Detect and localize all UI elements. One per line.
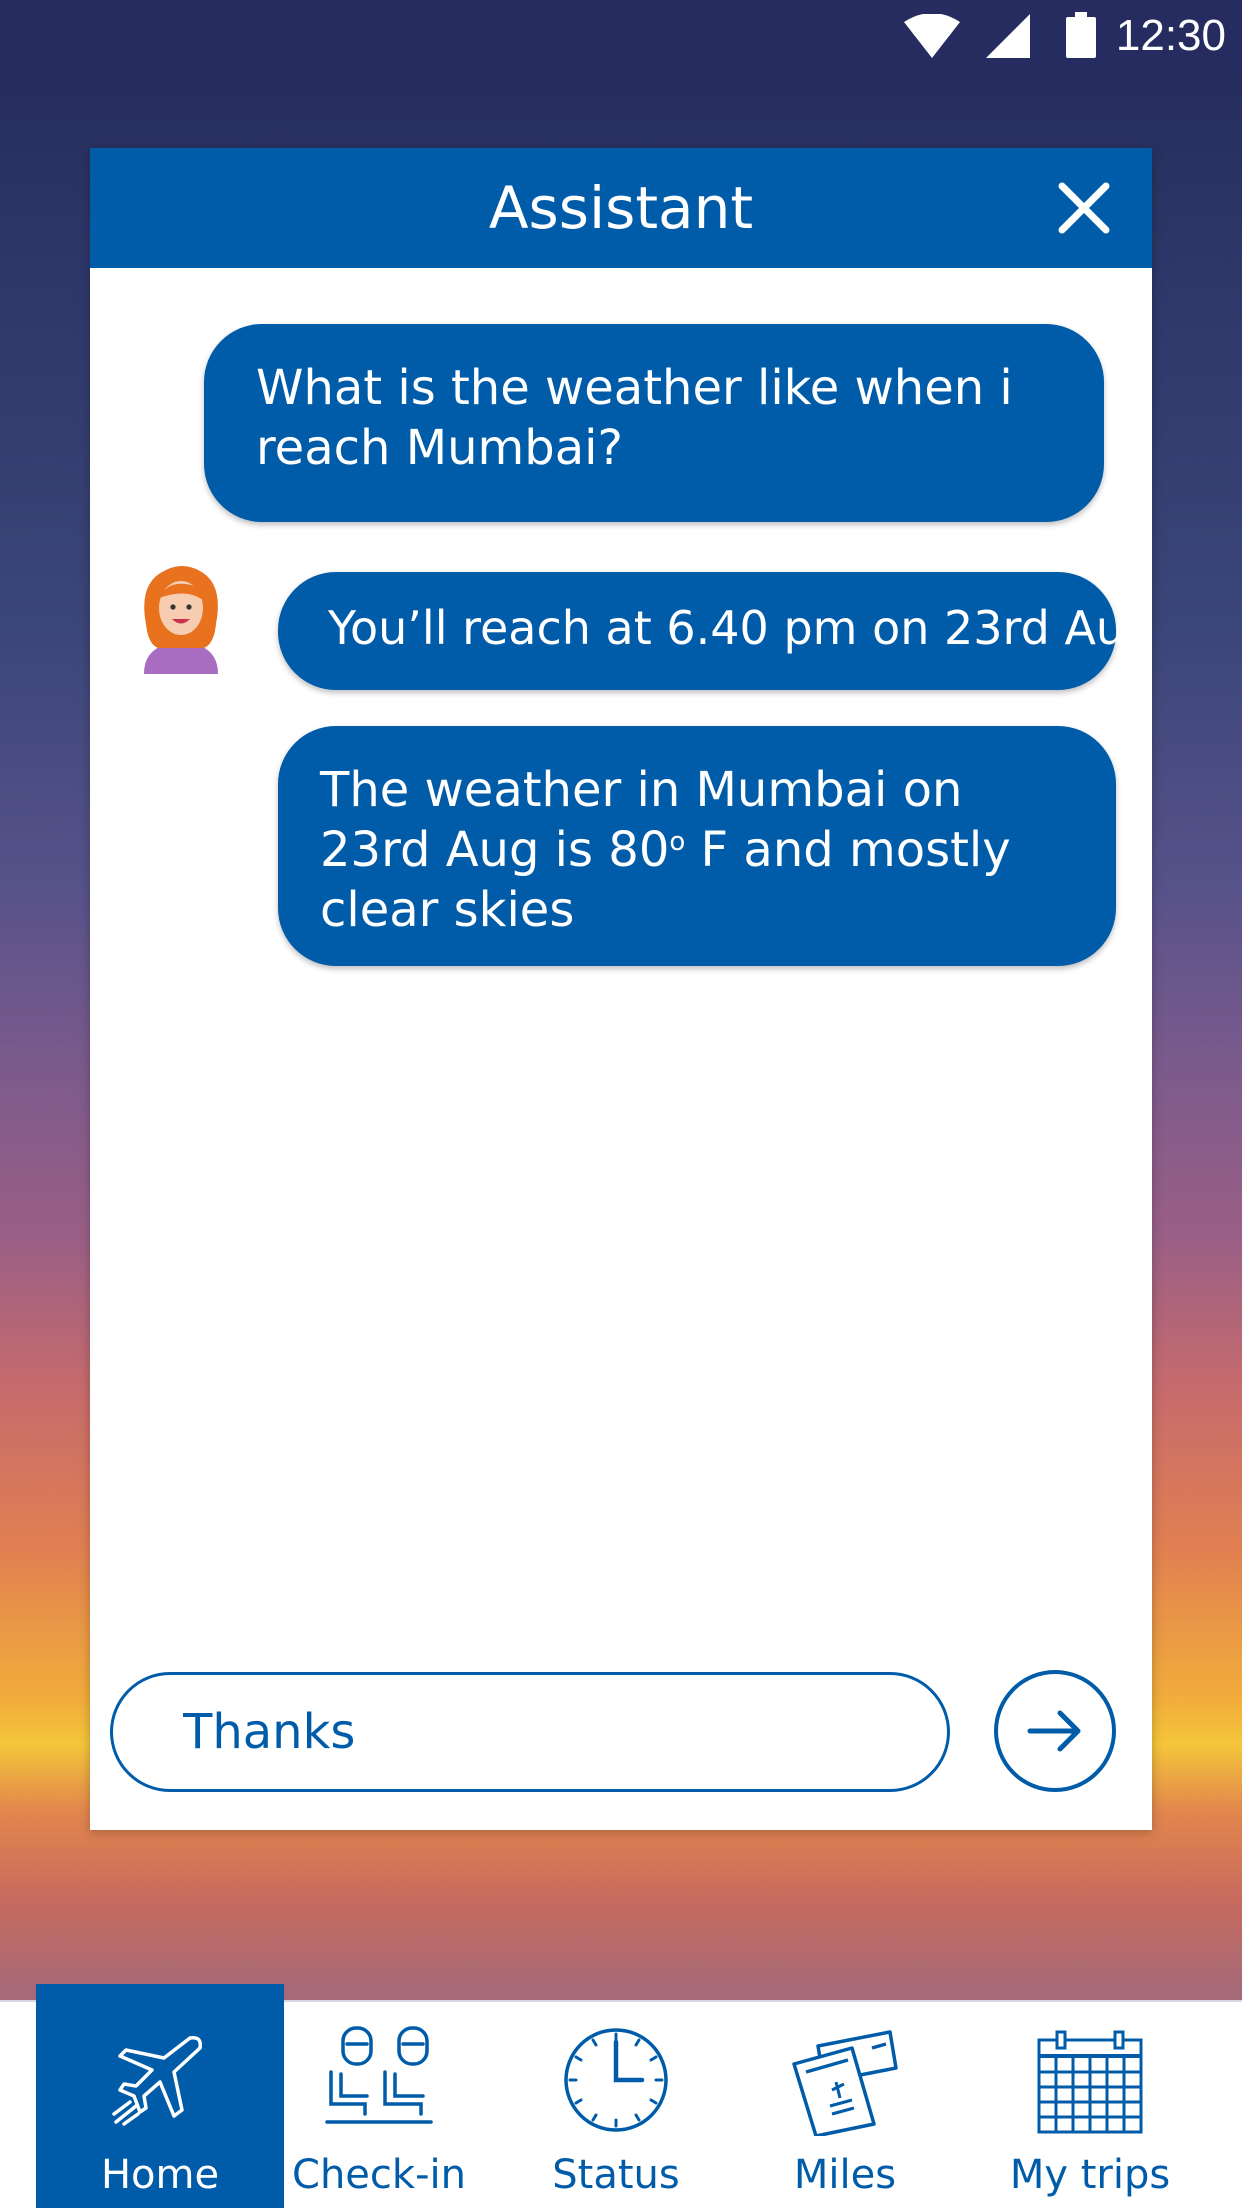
seats-icon bbox=[325, 2026, 433, 2124]
status-bar: 12:30 bbox=[0, 0, 1242, 72]
nav-label: My trips bbox=[1009, 2152, 1171, 2198]
battery-icon bbox=[1066, 12, 1096, 58]
nav-label: Check-in bbox=[292, 2152, 466, 2198]
message-input[interactable] bbox=[110, 1672, 950, 1792]
assistant-dialog: Assistant What is the weather like when … bbox=[90, 148, 1154, 1830]
status-time: 12:30 bbox=[1115, 11, 1226, 60]
message-text: What is the weather like when i reach Mu… bbox=[256, 360, 1013, 476]
calendar-icon bbox=[1037, 2030, 1143, 2134]
tickets-icon bbox=[792, 2030, 898, 2136]
assistant-message-bubble: The weather in Mumbai on 23rd Aug is 80o… bbox=[278, 726, 1116, 966]
nav-label: Home bbox=[100, 2152, 220, 2198]
send-button[interactable] bbox=[994, 1670, 1116, 1792]
degree-symbol: o bbox=[669, 827, 686, 857]
dialog-title: Assistant bbox=[488, 174, 754, 242]
airplane-icon bbox=[112, 2035, 203, 2126]
nav-item-my-trips[interactable]: My trips bbox=[1000, 2002, 1180, 2208]
arrow-right-icon bbox=[1027, 1710, 1081, 1752]
nav-item-miles[interactable]: Miles bbox=[760, 2002, 930, 2208]
signal-icon bbox=[986, 14, 1030, 58]
bottom-nav: Home Check-in Status Miles My trips bbox=[0, 1984, 1242, 2208]
nav-label: Miles bbox=[793, 2152, 897, 2198]
close-icon bbox=[1058, 182, 1110, 234]
clock-icon bbox=[564, 2028, 668, 2132]
message-text: You’ll reach at 6.40 pm on 23rd Aug bbox=[328, 601, 1155, 655]
close-button[interactable] bbox=[1052, 176, 1116, 240]
assistant-message-bubble: You’ll reach at 6.40 pm on 23rd Aug bbox=[278, 572, 1154, 690]
user-message-bubble: What is the weather like when i reach Mu… bbox=[204, 324, 1104, 522]
nav-item-check-in[interactable]: Check-in bbox=[284, 2002, 474, 2208]
nav-label: Status bbox=[552, 2152, 680, 2198]
assistant-avatar bbox=[144, 566, 218, 674]
wifi-icon bbox=[904, 14, 960, 58]
nav-item-home[interactable]: Home bbox=[36, 1984, 284, 2208]
nav-item-status[interactable]: Status bbox=[536, 2002, 696, 2208]
dialog-header: Assistant bbox=[90, 148, 1152, 268]
